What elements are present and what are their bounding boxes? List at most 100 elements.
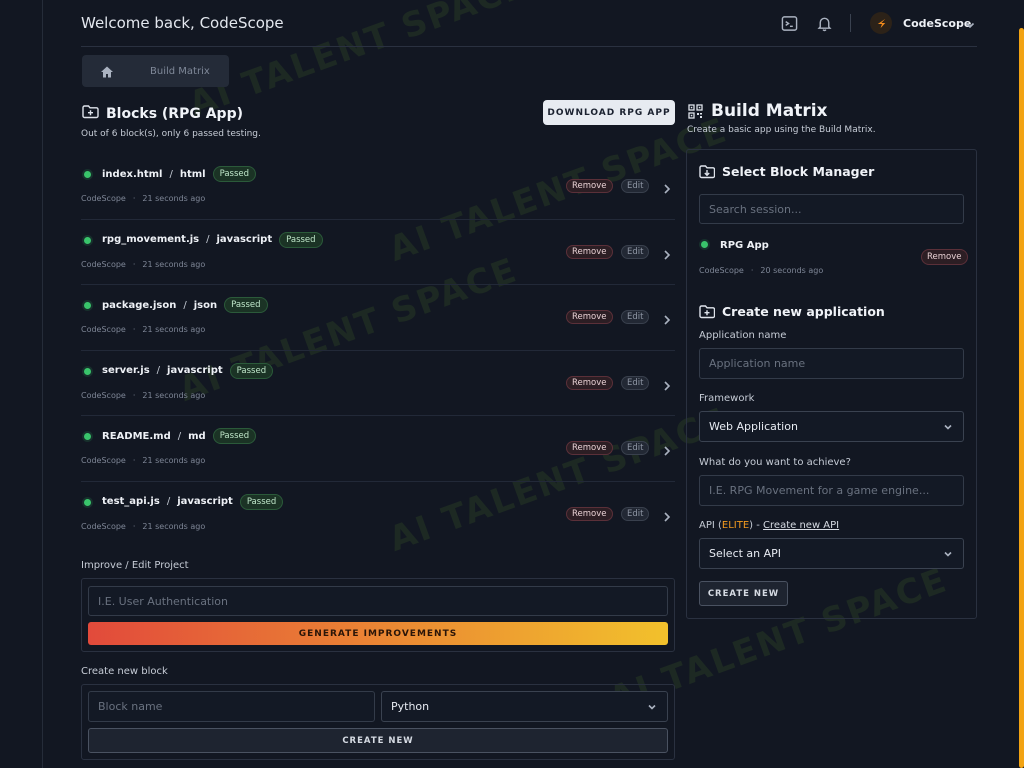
status-badge: Passed xyxy=(212,166,257,182)
chevron-right-icon[interactable] xyxy=(662,311,672,325)
user-name[interactable]: CodeScope xyxy=(903,17,971,30)
qr-code-icon xyxy=(688,103,703,119)
block-filename: test_api.js xyxy=(102,496,160,507)
create-app-button[interactable]: CREATE NEW xyxy=(699,581,788,606)
block-language: javascript xyxy=(167,365,223,376)
session-name[interactable]: RPG App xyxy=(720,240,769,251)
block-time: 21 seconds ago xyxy=(142,259,206,269)
status-badge: Passed xyxy=(229,362,274,379)
block-filename: server.js xyxy=(102,365,150,376)
breadcrumb: Build Matrix xyxy=(82,55,229,87)
welcome-text: Welcome back, CodeScope xyxy=(81,14,284,32)
download-app-button[interactable]: DOWNLOAD RPG APP xyxy=(543,100,675,125)
session-time: 20 seconds ago xyxy=(760,266,824,275)
block-author: CodeScope xyxy=(81,259,126,269)
block-time: 21 seconds ago xyxy=(142,194,206,203)
edit-button[interactable]: Edit xyxy=(621,375,650,390)
session-author: CodeScope xyxy=(699,266,744,275)
framework-select[interactable]: Web Application xyxy=(699,411,964,442)
block-time: 21 seconds ago xyxy=(142,456,206,465)
chevron-right-icon[interactable] xyxy=(662,377,672,391)
status-badge: Passed xyxy=(239,493,284,510)
api-select-value: Select an API xyxy=(709,547,782,560)
remove-button[interactable]: Remove xyxy=(566,375,613,390)
block-language: html xyxy=(179,168,206,180)
folder-download-icon xyxy=(699,165,715,179)
remove-button[interactable]: Remove xyxy=(566,310,613,324)
avatar-logo-icon[interactable] xyxy=(870,12,892,34)
chevron-down-icon xyxy=(943,549,953,559)
api-label-prefix: API ( xyxy=(699,520,722,531)
table-row[interactable]: index.html / html Passed CodeScope · 21 seco… xyxy=(81,154,675,220)
edit-button[interactable]: Edit xyxy=(621,506,650,521)
block-author: CodeScope xyxy=(81,194,126,203)
framework-select-value: Web Application xyxy=(709,420,798,433)
block-author: CodeScope xyxy=(81,521,126,531)
header-divider xyxy=(850,14,851,32)
framework-label: Framework xyxy=(699,393,755,404)
api-label-suffix: ) - xyxy=(749,520,764,531)
improvement-input[interactable] xyxy=(88,586,668,616)
blocks-header: Blocks (RPG App) xyxy=(82,104,243,123)
chevron-right-icon[interactable] xyxy=(662,180,672,194)
language-select[interactable]: Python xyxy=(381,691,668,722)
table-row[interactable]: test_api.js / javascript Passed CodeScope ·… xyxy=(81,482,675,548)
remove-button[interactable]: Remove xyxy=(566,441,613,455)
api-label: API (ELITE) - Create new API xyxy=(699,520,839,531)
block-language: md xyxy=(188,430,206,442)
status-badge: Passed xyxy=(279,231,323,248)
block-filename: index.html xyxy=(102,168,163,180)
table-row[interactable]: package.json / json Passed CodeScope · 21 se… xyxy=(81,285,675,351)
block-filename: README.md xyxy=(102,430,171,442)
bell-icon[interactable] xyxy=(815,14,833,32)
edit-button[interactable]: Edit xyxy=(621,179,650,193)
build-matrix-title: Build Matrix xyxy=(711,101,828,121)
block-filename: package.json xyxy=(102,299,177,311)
remove-button[interactable]: Remove xyxy=(566,179,613,193)
chevron-down-icon xyxy=(943,422,953,432)
create-api-link[interactable]: Create new API xyxy=(763,520,839,531)
new-block-label: Create new block xyxy=(81,666,168,677)
remove-button[interactable]: Remove xyxy=(566,506,613,521)
scrollbar[interactable] xyxy=(1019,28,1024,768)
create-block-button[interactable]: CREATE NEW xyxy=(88,728,668,753)
terminal-icon[interactable] xyxy=(780,14,798,32)
left-rail xyxy=(42,0,43,768)
block-language: javascript xyxy=(216,234,273,245)
chevron-right-icon[interactable] xyxy=(662,246,672,260)
search-session-input[interactable] xyxy=(699,194,964,224)
block-time: 21 seconds ago xyxy=(142,390,206,400)
table-row[interactable]: README.md / md Passed CodeScope · 21 seconds… xyxy=(81,416,675,482)
status-dot xyxy=(84,236,91,244)
chevron-down-icon[interactable] xyxy=(964,16,976,29)
remove-session-button[interactable]: Remove xyxy=(921,249,968,265)
api-select[interactable]: Select an API xyxy=(699,538,964,569)
elite-tag: ELITE xyxy=(721,520,750,531)
block-language: javascript xyxy=(177,496,233,507)
chevron-right-icon[interactable] xyxy=(662,508,672,522)
edit-button[interactable]: Edit xyxy=(621,441,650,455)
chevron-right-icon[interactable] xyxy=(662,442,672,456)
remove-button[interactable]: Remove xyxy=(566,244,613,259)
table-row[interactable]: rpg_movement.js / javascript Passed CodeSc… xyxy=(81,220,675,285)
folder-plus-icon xyxy=(82,104,99,123)
generate-improvements-button[interactable]: GENERATE IMPROVEMENTS xyxy=(88,622,668,645)
blocks-title: Blocks (RPG App) xyxy=(106,105,243,122)
goal-input[interactable] xyxy=(699,475,964,506)
block-author: CodeScope xyxy=(81,390,126,400)
block-list: index.html / html Passed CodeScope · 21 seco… xyxy=(81,154,675,547)
edit-button[interactable]: Edit xyxy=(621,244,650,259)
app-name-input[interactable] xyxy=(699,348,964,379)
breadcrumb-current: Build Matrix xyxy=(150,65,210,77)
improve-label: Improve / Edit Project xyxy=(81,560,189,571)
status-dot xyxy=(84,367,91,375)
block-author: CodeScope xyxy=(81,456,126,465)
session-meta: CodeScope · 20 seconds ago xyxy=(699,266,824,275)
status-badge: Passed xyxy=(224,297,268,313)
table-row[interactable]: server.js / javascript Passed CodeScope · 21… xyxy=(81,351,675,416)
goal-label: What do you want to achieve? xyxy=(699,457,851,468)
home-icon[interactable] xyxy=(100,64,114,78)
edit-button[interactable]: Edit xyxy=(621,310,650,324)
block-name-input[interactable] xyxy=(88,691,375,722)
chevron-down-icon xyxy=(647,702,657,712)
